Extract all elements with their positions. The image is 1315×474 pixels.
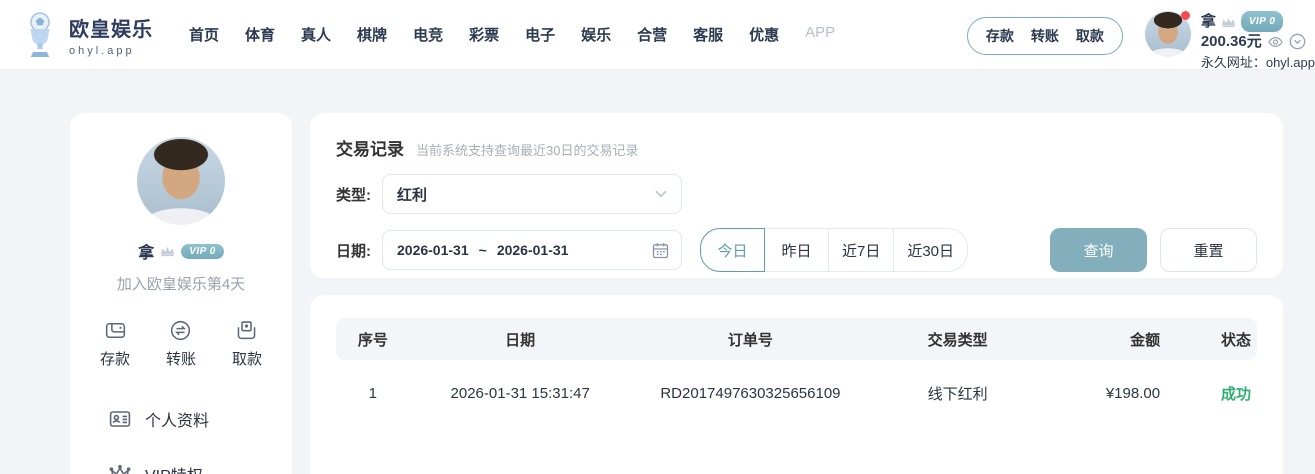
- calendar-icon: [652, 242, 669, 259]
- sidebar-quick-actions: 存款 转账 取款: [70, 319, 292, 369]
- col-amount: 金额: [1045, 329, 1174, 350]
- vip-crown-icon: [1221, 16, 1236, 28]
- profile-avatar[interactable]: [137, 137, 225, 225]
- id-card-icon: [108, 407, 132, 431]
- date-start-value: 2026-01-31: [397, 242, 469, 258]
- cell-amount: ¥198.00: [1045, 385, 1174, 402]
- joined-days: 加入欧皇娱乐第4天: [70, 273, 292, 294]
- col-type: 交易类型: [870, 329, 1045, 350]
- wallet-icon: [104, 319, 127, 342]
- refresh-chevron-icon[interactable]: [1289, 33, 1306, 50]
- quick-filter-today[interactable]: 今日: [700, 228, 765, 272]
- crown-icon: [108, 462, 132, 474]
- nav-item-partnership[interactable]: 合营: [637, 24, 667, 45]
- nav-item-slots[interactable]: 电子: [525, 24, 555, 45]
- wallet-actions-pill: 存款 转账 取款: [967, 17, 1123, 55]
- main-nav: 首页 体育 真人 棋牌 电竞 彩票 电子 娱乐 合营 客服 优惠 APP: [189, 24, 835, 45]
- nav-item-lottery[interactable]: 彩票: [469, 24, 499, 45]
- deposit-link[interactable]: 存款: [986, 26, 1014, 46]
- nav-item-app[interactable]: APP: [805, 24, 835, 45]
- col-status: 状态: [1174, 329, 1257, 350]
- quick-filter-yesterday[interactable]: 昨日: [764, 228, 829, 272]
- sidebar-item-profile[interactable]: 个人资料: [108, 391, 292, 446]
- nav-item-live[interactable]: 真人: [301, 24, 331, 45]
- vip-badge: VIP 0: [1241, 11, 1284, 32]
- sidebar-item-vip-label: VIP特权: [145, 462, 203, 474]
- sidebar-item-profile-label: 个人资料: [145, 407, 209, 431]
- page-subtitle: 当前系统支持查询最近30日的交易记录: [416, 140, 638, 159]
- table-header-row: 序号 日期 订单号 交易类型 金额 状态: [336, 318, 1257, 360]
- date-range-input[interactable]: 2026-01-31 ~ 2026-01-31: [382, 230, 682, 270]
- transaction-table-card: 序号 日期 订单号 交易类型 金额 状态 1 2026-01-31 15:31:…: [310, 295, 1283, 474]
- vip-badge: VIP 0: [181, 244, 224, 259]
- brand-name: 欧皇娱乐: [69, 13, 153, 42]
- col-date: 日期: [410, 329, 631, 350]
- col-order-no: 订单号: [631, 329, 870, 350]
- sidebar-withdraw-label: 取款: [232, 348, 262, 369]
- search-button[interactable]: 查询: [1050, 228, 1147, 272]
- cell-status: 成功: [1174, 383, 1257, 404]
- withdraw-link[interactable]: 取款: [1076, 26, 1104, 46]
- cell-seq: 1: [336, 385, 410, 402]
- date-separator: ~: [479, 242, 487, 258]
- brand-text: 欧皇娱乐 ohyl.app: [69, 13, 153, 57]
- transfer-link[interactable]: 转账: [1031, 26, 1059, 46]
- sidebar-transfer[interactable]: 转账: [166, 319, 196, 369]
- quick-filter-30days[interactable]: 近30日: [893, 228, 968, 272]
- col-seq: 序号: [336, 329, 410, 350]
- profile-username: 拿: [138, 239, 154, 263]
- type-select[interactable]: 红利: [382, 174, 682, 214]
- transaction-filter-card: 交易记录 当前系统支持查询最近30日的交易记录 类型: 红利 日期: 2026-…: [310, 113, 1283, 278]
- nav-item-sports[interactable]: 体育: [245, 24, 275, 45]
- type-label: 类型:: [336, 184, 382, 205]
- nav-item-chess[interactable]: 棋牌: [357, 24, 387, 45]
- permanent-url: 永久网址：ohyl.app: [1201, 52, 1315, 71]
- sidebar-deposit[interactable]: 存款: [100, 319, 130, 369]
- sidebar-withdraw[interactable]: 取款: [232, 319, 262, 369]
- chevron-down-icon: [655, 190, 667, 198]
- brand-logo[interactable]: 欧皇娱乐 ohyl.app: [0, 11, 153, 59]
- date-filter-row: 日期: 2026-01-31 ~ 2026-01-31 今日 昨日 近7日 近3…: [336, 228, 1257, 272]
- table-row: 1 2026-01-31 15:31:47 RD2017497630325656…: [336, 360, 1257, 426]
- date-quick-filters: 今日 昨日 近7日 近30日: [700, 228, 968, 272]
- brand-domain: ohyl.app: [69, 45, 153, 57]
- profile-name-row: 拿 VIP 0: [70, 239, 292, 263]
- username: 拿: [1201, 13, 1216, 30]
- type-select-value: 红利: [397, 184, 427, 205]
- quick-filter-7days[interactable]: 近7日: [828, 228, 894, 272]
- eye-icon[interactable]: [1267, 35, 1284, 49]
- nav-item-home[interactable]: 首页: [189, 24, 219, 45]
- user-info: 拿 VIP 0 200.36元 永久网址：ohyl.app: [1201, 11, 1315, 71]
- top-bar: 欧皇娱乐 ohyl.app 首页 体育 真人 棋牌 电竞 彩票 电子 娱乐 合营…: [0, 0, 1315, 70]
- avatar[interactable]: [1145, 11, 1191, 57]
- balance-amount: 200.36元: [1201, 33, 1262, 50]
- nav-item-promotions[interactable]: 优惠: [749, 24, 779, 45]
- sidebar-transfer-label: 转账: [166, 348, 196, 369]
- date-label: 日期:: [336, 240, 382, 261]
- sidebar-deposit-label: 存款: [100, 348, 130, 369]
- cell-type: 线下红利: [870, 383, 1045, 404]
- profile-sidebar: 拿 VIP 0 加入欧皇娱乐第4天 存款 转账: [70, 113, 292, 474]
- nav-item-entertainment[interactable]: 娱乐: [581, 24, 611, 45]
- withdraw-icon: [235, 319, 258, 342]
- cell-date: 2026-01-31 15:31:47: [410, 385, 631, 402]
- transfer-icon: [169, 319, 192, 342]
- vip-crown-icon: [160, 245, 175, 257]
- page-title: 交易记录: [336, 135, 404, 160]
- sidebar-menu: 个人资料 VIP特权: [70, 391, 292, 474]
- type-filter-row: 类型: 红利: [336, 174, 1257, 214]
- trophy-logo-icon: [20, 11, 60, 59]
- reset-button[interactable]: 重置: [1160, 228, 1257, 272]
- date-end-value: 2026-01-31: [497, 242, 569, 258]
- cell-order-no: RD2017497630325656109: [631, 385, 870, 402]
- topbar-right: 存款 转账 取款 拿 VIP 0 200.36元: [967, 0, 1315, 71]
- sidebar-item-vip[interactable]: VIP特权: [108, 446, 292, 474]
- nav-item-service[interactable]: 客服: [693, 24, 723, 45]
- notification-dot: [1181, 11, 1190, 20]
- nav-item-esports[interactable]: 电竞: [413, 24, 443, 45]
- filter-actions: 查询 重置: [1050, 228, 1257, 272]
